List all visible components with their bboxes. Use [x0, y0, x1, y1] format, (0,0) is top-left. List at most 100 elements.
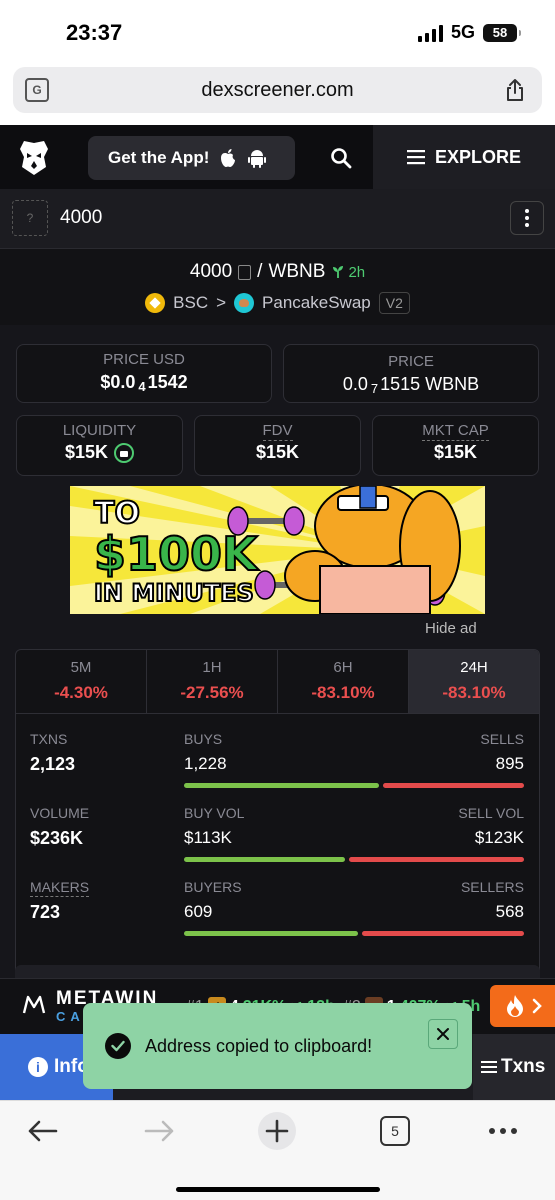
fdv-label-text[interactable]: FDV [262, 422, 293, 441]
price-native-label: PRICE [388, 353, 434, 370]
buys-value: 1,228 [184, 754, 227, 773]
buyers-sellers-labels: BUYERS SELLERS [184, 879, 524, 895]
lock-icon[interactable] [114, 442, 135, 463]
ad-banner[interactable]: TO $100K IN MINUTES [70, 486, 485, 614]
buyers-value: 609 [184, 902, 213, 921]
more-options-button[interactable] [510, 201, 544, 235]
buyers-sellers-bar [184, 931, 524, 936]
plus-icon [258, 1112, 296, 1150]
tabs-count-icon: 5 [380, 1116, 410, 1146]
tab-1h-change: -27.56% [180, 683, 244, 702]
volume-label: VOLUME [30, 805, 90, 821]
tab-24h[interactable]: 24H -83.10% [409, 650, 539, 713]
makers-label-text[interactable]: MAKERS [30, 879, 90, 897]
address-bar[interactable]: G dexscreener.com [13, 67, 542, 113]
browser-toolbar: 5 [0, 1100, 555, 1200]
sell-vol-label: SELL VOL [458, 805, 524, 821]
status-time: 23:37 [66, 20, 123, 45]
buy-vol-label: BUY VOL [184, 805, 245, 821]
explore-button[interactable]: EXPLORE [373, 125, 555, 189]
buys-sells-labels: BUYS SELLS [184, 731, 524, 747]
mktcap-label-text[interactable]: MKT CAP [422, 422, 489, 441]
buys-sells-bar [184, 783, 524, 788]
sells-value: 895 [495, 754, 524, 773]
share-icon[interactable] [502, 77, 528, 103]
ad-line-3: IN MINUTES [93, 578, 255, 608]
pair-base: 4000 [189, 261, 233, 282]
url-text[interactable]: dexscreener.com [13, 79, 542, 102]
pair-age: 2h [331, 264, 365, 281]
toast-close-button[interactable] [428, 1019, 458, 1049]
tabs-count: 5 [391, 1123, 399, 1139]
liquidity-label: LIQUIDITY [62, 422, 137, 439]
price-native-suffix: 1515 WBNB [380, 374, 480, 394]
ad-headline: TO $100K IN MINUTES [93, 495, 259, 608]
pair-header: 4000 / WBNB 2h BSC > PancakeSwap V2 [0, 249, 555, 325]
buys-label: BUYS [184, 731, 223, 747]
buy-sell-volume-breakdown: BUY VOL SELL VOL $113K $123K [184, 805, 524, 862]
network-type: 5G [450, 22, 475, 42]
dexscreener-logo-icon[interactable] [16, 139, 52, 177]
ad-line-2: $100K [93, 527, 259, 581]
price-native-card: PRICE 0.0 7 1515 WBNB [283, 344, 539, 403]
search-icon[interactable] [330, 147, 352, 169]
tab-txns[interactable]: Txns [473, 1034, 555, 1100]
chain-name[interactable]: BSC [173, 293, 208, 313]
txns-value: 2,123 [30, 754, 76, 774]
info-icon: i [28, 1057, 48, 1077]
toast-notification: Address copied to clipboard! [83, 1003, 472, 1089]
token-bar: ? 4000 [0, 189, 555, 249]
tab-5m-change: -4.30% [54, 683, 108, 702]
volume-labels: BUY VOL SELL VOL [184, 805, 524, 821]
trending-button[interactable] [490, 985, 555, 1027]
price-usd-card: PRICE USD $0.0 4 1542 [16, 344, 272, 403]
buyers-sellers-breakdown: BUYERS SELLERS 609 568 [184, 879, 524, 936]
buys-sells-breakdown: BUYS SELLS 1,228 895 [184, 731, 524, 788]
dex-version-badge: V2 [378, 292, 410, 314]
tabs-button[interactable]: 5 [378, 1111, 412, 1151]
pair-quote: WBNB [268, 261, 326, 282]
timeframe-tabs: 5M -4.30% 1H -27.56% 6H -83.10% 24H -83.… [16, 650, 539, 714]
sell-vol-value: $123K [474, 828, 524, 847]
sellers-bar [361, 931, 524, 936]
battery-icon: 58 [483, 23, 521, 42]
txns-label: TXNS [30, 731, 68, 747]
status-right: 5G 58 [417, 22, 521, 43]
bsc-chain-icon [145, 293, 166, 313]
copy-icon[interactable] [238, 264, 252, 280]
forward-button[interactable] [140, 1111, 180, 1151]
liquidity-value: $15K [64, 442, 109, 462]
tab-24h-change: -83.10% [442, 683, 506, 702]
tab-6h-label: 6H [333, 659, 353, 676]
hamburger-menu-icon [406, 150, 425, 165]
token-avatar-placeholder: ? [12, 200, 48, 236]
get-app-button[interactable]: Get the App! [88, 136, 295, 180]
tab-1h-label: 1H [202, 659, 222, 676]
get-app-label: Get the App! [108, 148, 210, 167]
hide-ad-link[interactable]: Hide ad [425, 620, 477, 637]
sells-bar [382, 783, 524, 788]
txns-summary: TXNS 2,123 [30, 731, 75, 775]
toast-message: Address copied to clipboard! [145, 1036, 373, 1056]
tab-6h[interactable]: 6H -83.10% [278, 650, 409, 713]
volume-summary: VOLUME $236K [30, 805, 89, 849]
dexscreener-app: Get the App! EXPLORE ? 4000 4000 / WBNB … [0, 125, 555, 1100]
price-usd-subscript: 4 [138, 379, 146, 394]
tab-5m[interactable]: 5M -4.30% [16, 650, 147, 713]
list-icon [481, 1061, 497, 1073]
price-usd-prefix: $0.0 [100, 372, 136, 392]
dex-name[interactable]: PancakeSwap [262, 293, 371, 313]
apple-icon [221, 149, 236, 167]
tab-1h[interactable]: 1H -27.56% [147, 650, 278, 713]
more-menu-button[interactable] [486, 1111, 520, 1151]
fdv-label: FDV [195, 422, 360, 441]
volume-bar [184, 857, 524, 862]
more-dots-icon [489, 1128, 517, 1134]
makers-label: MAKERS [30, 879, 90, 897]
new-tab-button[interactable] [255, 1111, 299, 1151]
back-button[interactable] [22, 1111, 62, 1151]
token-name: 4000 [60, 207, 103, 228]
price-usd-label: PRICE USD [103, 351, 185, 368]
buyers-bar [184, 931, 358, 936]
tab-5m-label: 5M [70, 659, 92, 676]
